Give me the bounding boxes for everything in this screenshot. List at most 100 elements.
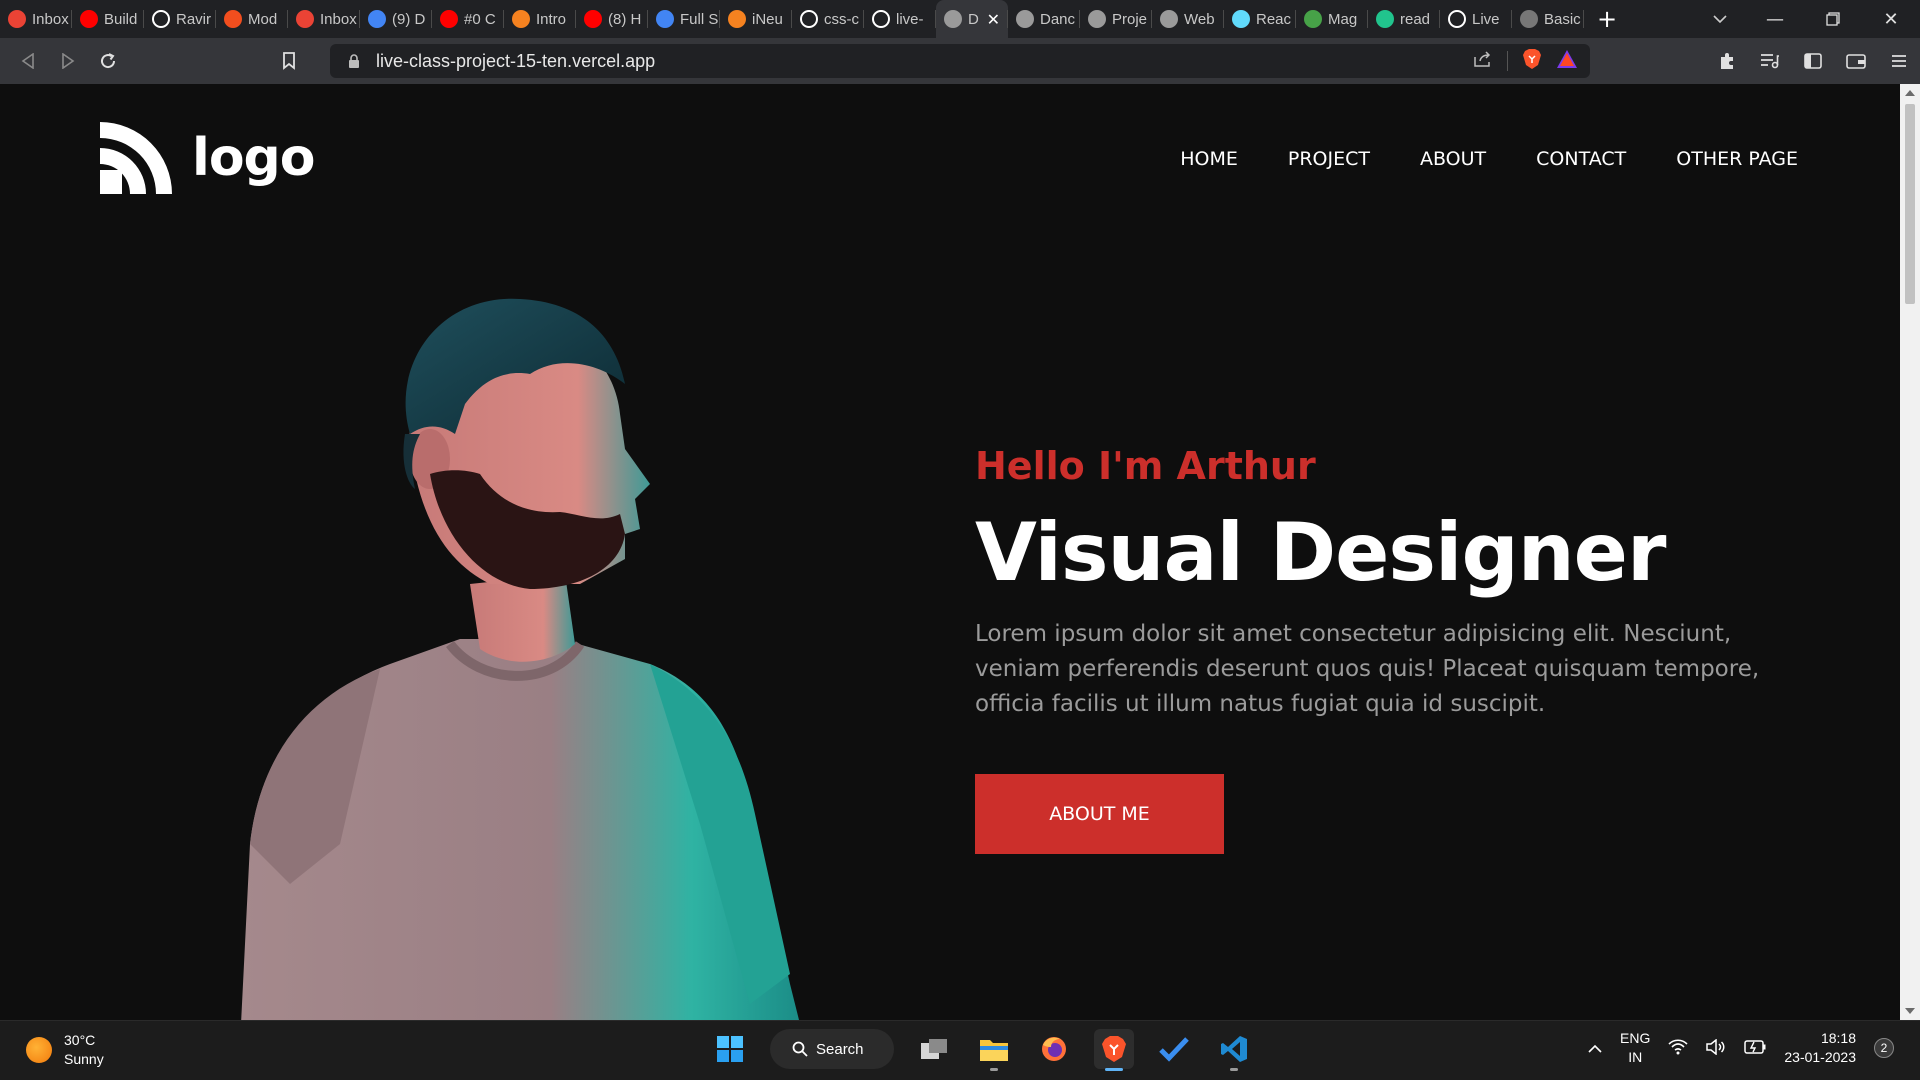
tab-title: (8) H bbox=[608, 10, 642, 28]
nav-contact[interactable]: CONTACT bbox=[1536, 148, 1626, 170]
search-label: Search bbox=[816, 1040, 864, 1058]
back-button[interactable] bbox=[8, 41, 48, 81]
nav-project[interactable]: PROJECT bbox=[1288, 148, 1370, 170]
logo-mark-icon bbox=[100, 122, 172, 194]
browser-tab[interactable]: Intro bbox=[504, 0, 576, 38]
reload-button[interactable] bbox=[88, 41, 128, 81]
browser-tab[interactable]: Build bbox=[72, 0, 144, 38]
brave-rewards-icon[interactable] bbox=[1556, 49, 1578, 73]
file-explorer-icon[interactable] bbox=[974, 1029, 1014, 1071]
vscode-icon[interactable] bbox=[1214, 1029, 1254, 1071]
browser-tab[interactable]: iNeu bbox=[720, 0, 792, 38]
browser-tab[interactable]: Live bbox=[1440, 0, 1512, 38]
scroll-up-arrow-icon[interactable] bbox=[1905, 90, 1915, 96]
browser-tab[interactable]: Reac bbox=[1224, 0, 1296, 38]
share-icon[interactable] bbox=[1473, 50, 1493, 72]
browser-tab[interactable]: Proje bbox=[1080, 0, 1152, 38]
browser-tab[interactable]: Inbox bbox=[0, 0, 72, 38]
browser-tab[interactable]: Danc bbox=[1008, 0, 1080, 38]
hero-portrait-image bbox=[241, 298, 799, 1020]
browser-tab[interactable]: D ✕ bbox=[936, 0, 1008, 38]
weather-widget[interactable]: 30°C Sunny bbox=[26, 1031, 104, 1069]
browser-tab-strip: Inbox Build Ravir Mod Inbox (9) D #0 C Intro (8)… bbox=[0, 0, 1920, 38]
app-icon bbox=[1376, 10, 1394, 28]
browser-toolbar: live-class-project-15-ten.vercel.app bbox=[0, 38, 1920, 84]
hero-description: Lorem ipsum dolor sit amet consectetur a… bbox=[975, 621, 1760, 717]
tab-title: css-c bbox=[824, 10, 859, 28]
show-hidden-icons-chevron-icon[interactable] bbox=[1588, 1040, 1602, 1056]
extensions-puzzle-icon[interactable] bbox=[1705, 38, 1748, 84]
gmail-icon bbox=[296, 10, 314, 28]
vercel-icon bbox=[872, 10, 890, 28]
tab-search-chevron-icon[interactable] bbox=[1700, 0, 1740, 38]
scrollbar-thumb[interactable] bbox=[1905, 104, 1915, 304]
tab-title: Mod bbox=[248, 10, 278, 28]
scroll-down-arrow-icon[interactable] bbox=[1905, 1008, 1915, 1014]
browser-tab[interactable]: (9) D bbox=[360, 0, 432, 38]
divider bbox=[1507, 51, 1508, 71]
taskbar-clock[interactable]: 18:18 23-01-2023 bbox=[1784, 1029, 1856, 1067]
browser-tab[interactable]: read bbox=[1368, 0, 1440, 38]
task-view-icon[interactable] bbox=[914, 1029, 954, 1069]
bookmark-icon[interactable] bbox=[274, 46, 304, 76]
battery-icon[interactable] bbox=[1744, 1039, 1766, 1057]
language-indicator[interactable]: ENG IN bbox=[1620, 1029, 1650, 1067]
close-window-button[interactable]: ✕ bbox=[1862, 0, 1920, 38]
browser-tab[interactable]: Mag bbox=[1296, 0, 1368, 38]
firefox-icon[interactable] bbox=[1034, 1029, 1074, 1069]
browser-tab[interactable]: Basic bbox=[1512, 0, 1584, 38]
globe-icon bbox=[944, 10, 962, 28]
hero-title: Visual Designer bbox=[975, 506, 1666, 599]
wallet-icon[interactable] bbox=[1834, 38, 1877, 84]
tab-title: iNeu bbox=[752, 10, 783, 28]
youtube-icon bbox=[584, 10, 602, 28]
extension-area bbox=[1705, 38, 1920, 84]
nav-other-page[interactable]: OTHER PAGE bbox=[1676, 148, 1798, 170]
gmail-icon bbox=[8, 10, 26, 28]
about-me-button[interactable]: ABOUT ME bbox=[975, 774, 1224, 854]
weather-condition: Sunny bbox=[64, 1051, 104, 1067]
nav-about[interactable]: ABOUT bbox=[1420, 148, 1486, 170]
browser-tab[interactable]: Mod bbox=[216, 0, 288, 38]
sidebar-toggle-icon[interactable] bbox=[1791, 38, 1834, 84]
browser-tab[interactable]: (8) H bbox=[576, 0, 648, 38]
address-bar[interactable]: live-class-project-15-ten.vercel.app bbox=[330, 44, 1590, 78]
restore-button[interactable] bbox=[1804, 0, 1862, 38]
browser-tab[interactable]: #0 C bbox=[432, 0, 504, 38]
tab-title: D bbox=[968, 10, 979, 28]
todo-check-icon[interactable] bbox=[1154, 1029, 1194, 1069]
nav-home[interactable]: HOME bbox=[1180, 148, 1238, 170]
taskbar-search[interactable]: Search bbox=[770, 1029, 894, 1069]
tab-title: Intro bbox=[536, 10, 567, 28]
browser-tab[interactable]: Web bbox=[1152, 0, 1224, 38]
playlist-icon[interactable] bbox=[1748, 38, 1791, 84]
start-windows-icon[interactable] bbox=[710, 1029, 750, 1069]
language-code: ENG bbox=[1620, 1030, 1651, 1046]
clock-time: 18:18 bbox=[1820, 1030, 1856, 1046]
menu-icon[interactable] bbox=[1877, 38, 1920, 84]
brave-shields-icon[interactable] bbox=[1522, 48, 1542, 74]
browser-tab[interactable]: Inbox bbox=[288, 0, 360, 38]
site-logo[interactable]: logo bbox=[100, 122, 315, 194]
close-tab-icon[interactable]: ✕ bbox=[987, 10, 1000, 29]
tab-title: Reac bbox=[1256, 10, 1292, 28]
tab-title: Basic bbox=[1544, 10, 1581, 28]
browser-tab[interactable]: live- bbox=[864, 0, 936, 38]
figma-icon bbox=[224, 10, 242, 28]
minimize-button[interactable]: — bbox=[1746, 0, 1804, 38]
new-tab-button[interactable]: + bbox=[1588, 0, 1626, 38]
lock-icon bbox=[348, 54, 360, 68]
volume-icon[interactable] bbox=[1706, 1037, 1726, 1058]
wifi-icon[interactable] bbox=[1668, 1038, 1688, 1058]
browser-tab[interactable]: Full S bbox=[648, 0, 720, 38]
sun-icon bbox=[26, 1037, 52, 1063]
tab-title: Full S bbox=[680, 10, 719, 28]
tab-list: Inbox Build Ravir Mod Inbox (9) D #0 C Intro (8)… bbox=[0, 0, 1584, 38]
youtube-icon bbox=[440, 10, 458, 28]
notification-badge[interactable]: 2 bbox=[1874, 1038, 1894, 1058]
browser-tab[interactable]: Ravir bbox=[144, 0, 216, 38]
forward-button[interactable] bbox=[48, 41, 88, 81]
brave-browser-icon[interactable] bbox=[1094, 1029, 1134, 1071]
page-scrollbar[interactable] bbox=[1900, 84, 1920, 1020]
browser-tab[interactable]: css-c bbox=[792, 0, 864, 38]
